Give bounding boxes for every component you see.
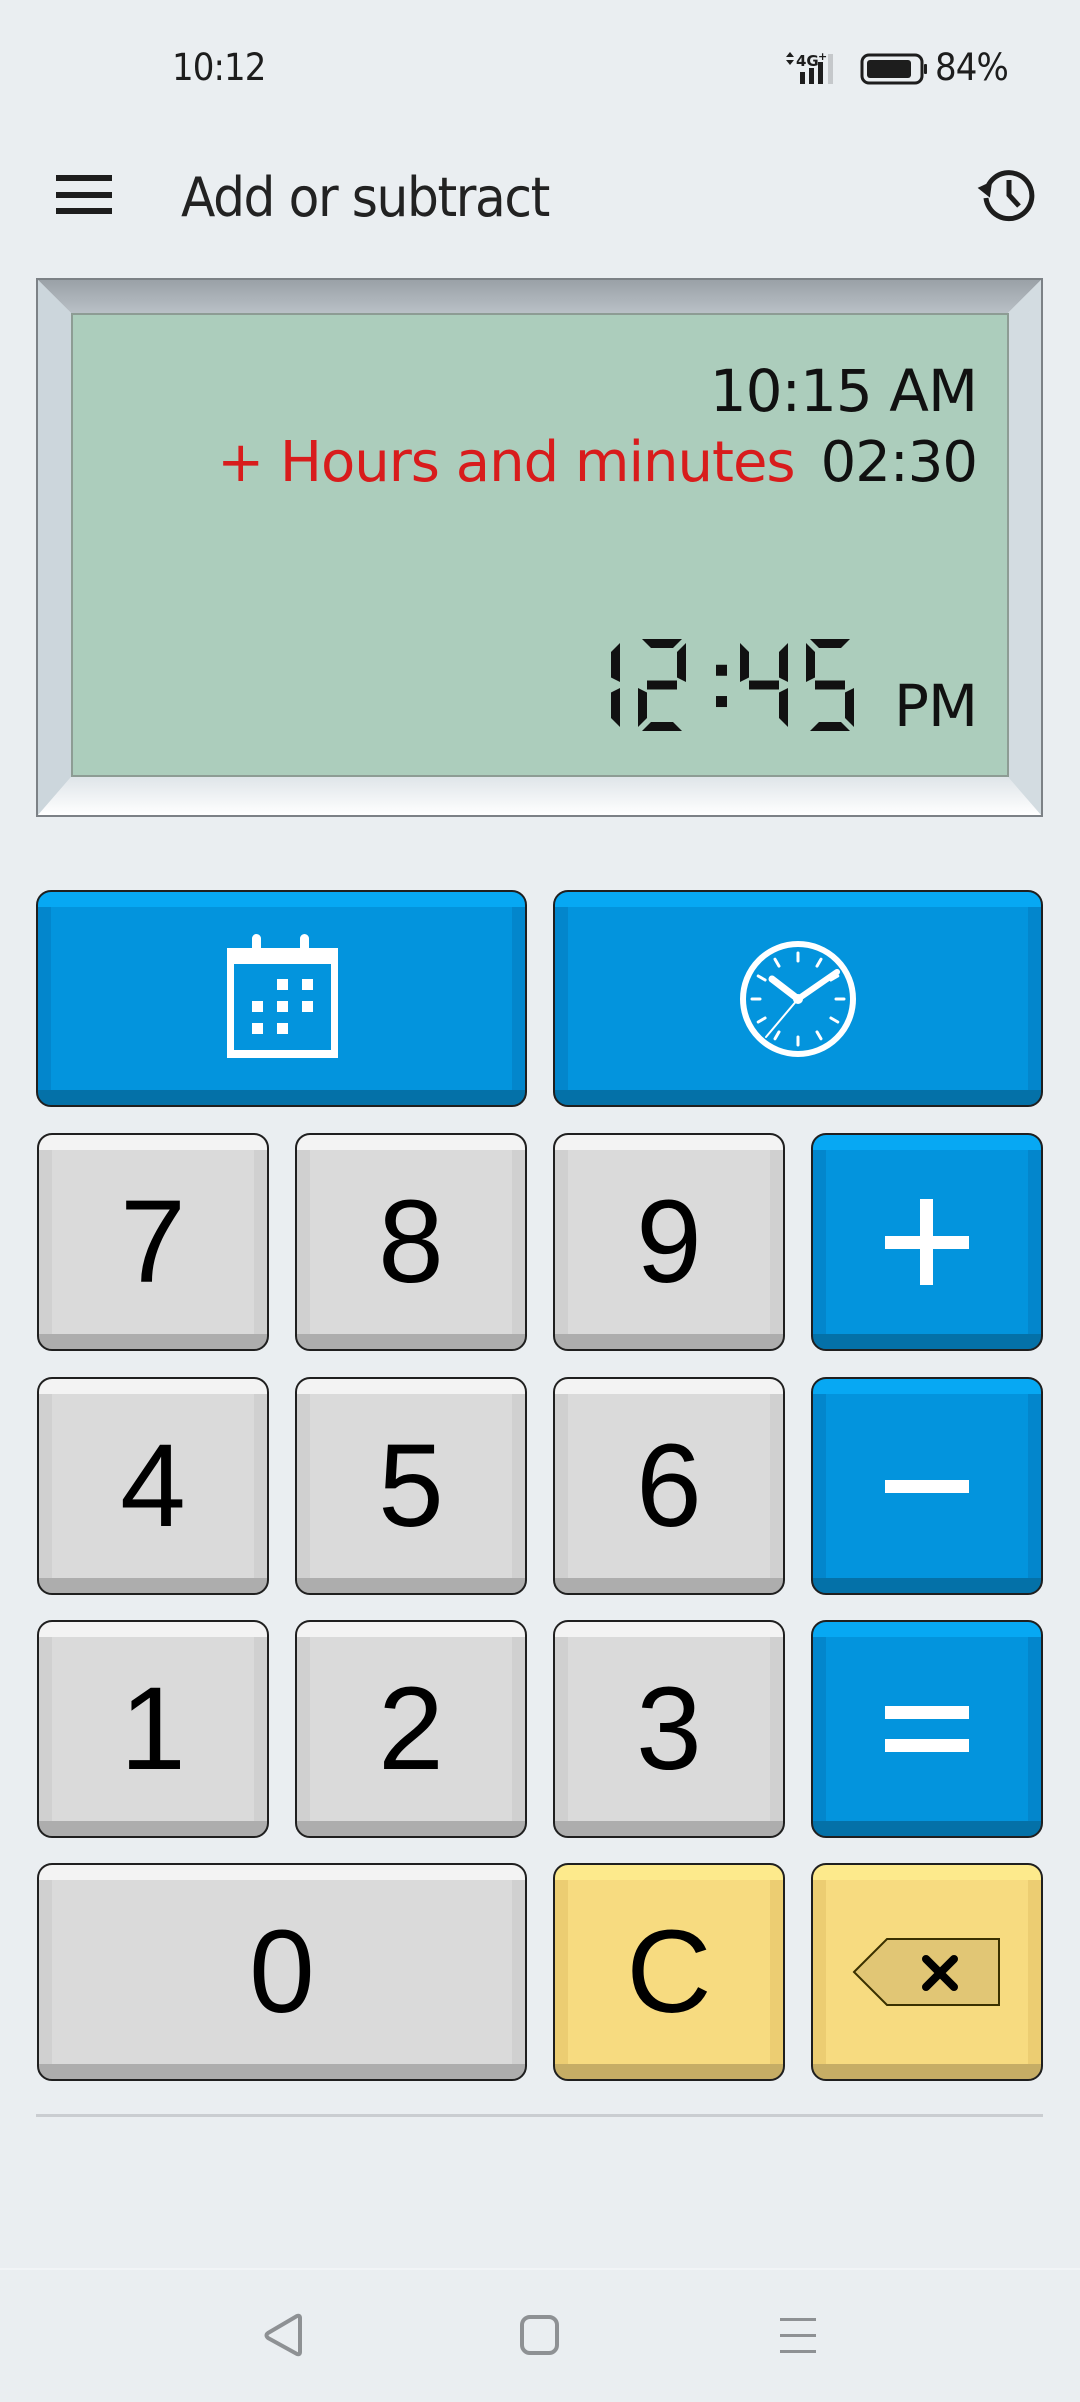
operation-label: + Hours and minutes [217,430,795,495]
calendar-icon [226,933,338,1058]
result-digits [610,639,854,731]
key-digit-5[interactable]: 5 [295,1377,527,1595]
operation-line: + Hours and minutes 02:30 [217,430,978,495]
signal-4g-icon: 4G + [786,50,833,84]
battery-icon [860,53,927,85]
key-label: C [626,1906,712,2038]
key-equals[interactable]: = [811,1620,1043,1838]
key-digit-4[interactable]: 4 [37,1377,269,1595]
date-mode-button[interactable] [36,890,527,1107]
key-digit-6[interactable]: 6 [553,1377,785,1595]
svg-text:4G: 4G [796,52,819,70]
history-icon [977,170,1035,222]
recents-button[interactable] [763,2300,833,2370]
key-label: 5 [378,1420,444,1552]
key-label: 9 [636,1176,702,1308]
key-label: 7 [120,1176,186,1308]
minus-icon [885,1480,969,1493]
segment-digit-4 [739,643,788,727]
result: PM [572,639,978,740]
status-time: 10:12 [172,46,266,89]
segment-digit-1 [610,643,620,727]
colon-dot [715,696,727,708]
clock-icon [740,940,856,1057]
backspace-icon [852,1938,1000,2006]
key-label: 2 [378,1663,444,1795]
key-plus[interactable]: + [811,1133,1043,1351]
key-digit-1[interactable]: 1 [37,1620,269,1838]
key-minus[interactable]: − [811,1377,1043,1595]
lcd-screen: 10:15 AM + Hours and minutes 02:30 PM [71,313,1009,777]
home-square-icon [520,2315,559,2355]
plus-icon [885,1199,969,1285]
back-button[interactable] [250,2300,320,2370]
svg-text:+: + [818,50,827,63]
divider [36,2114,1043,2117]
key-clear[interactable]: C [553,1863,785,2081]
result-ampm: PM [893,672,978,740]
home-button[interactable] [505,2300,575,2370]
time-mode-button[interactable] [553,890,1043,1107]
start-time: 10:15 AM [709,357,978,425]
key-label: 4 [120,1420,186,1552]
key-digit-9[interactable]: 9 [553,1133,785,1351]
segment-digit-2 [637,639,686,731]
menu-button[interactable] [50,165,118,225]
colon-dot [715,664,727,676]
key-label: 3 [636,1663,702,1795]
key-label: 0 [249,1906,315,2038]
key-digit-3[interactable]: 3 [553,1620,785,1838]
page-title: Add or subtract [181,166,550,229]
lcd-display: 10:15 AM + Hours and minutes 02:30 PM [36,278,1043,817]
key-backspace[interactable] [811,1863,1043,2081]
key-digit-8[interactable]: 8 [295,1133,527,1351]
key-label: 8 [378,1176,444,1308]
key-label: 6 [636,1420,702,1552]
equals-icon [885,1706,969,1752]
key-digit-0[interactable]: 0 [37,1863,527,2081]
operand-value: 02:30 [820,430,978,495]
navigation-bar [0,2268,1080,2402]
recents-lines-icon [780,2318,816,2353]
segment-digit-5 [805,639,854,731]
history-button[interactable] [976,162,1040,226]
key-digit-2[interactable]: 2 [295,1620,527,1838]
key-label: 1 [120,1663,186,1795]
battery-percent: 84% [935,46,1009,89]
key-digit-7[interactable]: 7 [37,1133,269,1351]
back-triangle-icon [264,2313,302,2357]
